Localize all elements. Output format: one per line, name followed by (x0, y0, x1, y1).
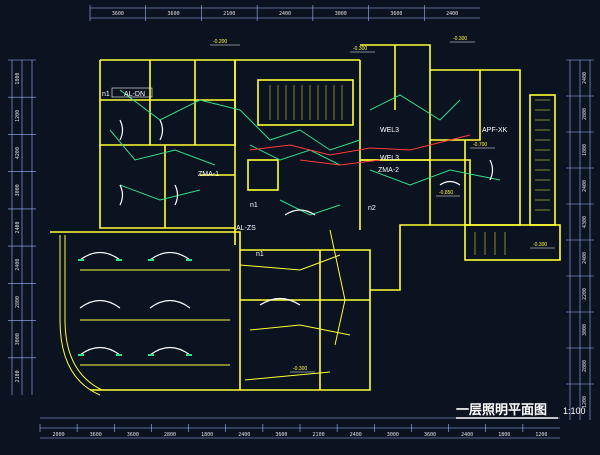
dimension-bottom: 2400 (238, 432, 250, 438)
panel-wel3-b: WEL3 (380, 155, 399, 162)
dimension-bottom: 2400 (461, 432, 473, 438)
dimension-top: 3000 (335, 11, 347, 17)
dimension-bottom: 1800 (201, 432, 213, 438)
level-label-5: -0.850 (439, 190, 453, 196)
dimension-right: 2800 (582, 360, 588, 372)
dimension-left: 3000 (15, 184, 21, 196)
dimension-left: 2400 (15, 221, 21, 233)
dimension-right: 2800 (582, 108, 588, 120)
level-label-4: -0.700 (473, 142, 487, 148)
dimension-bottom: 2800 (164, 432, 176, 438)
dimension-right: 2400 (582, 252, 588, 264)
level-label-2: -0.300 (353, 46, 367, 52)
level-label-7: -0.300 (293, 366, 307, 372)
dimension-left: 4200 (15, 147, 21, 159)
panel-al-zs: AL-ZS (236, 225, 256, 232)
circuit-numbers: n1 n1 n2 n1 (102, 91, 376, 258)
dimension-right: 2400 (582, 180, 588, 192)
dimension-right: 2200 (582, 288, 588, 300)
dimension-bottom: 3000 (387, 432, 399, 438)
panel-al-dn: AL-DN (124, 91, 145, 98)
dimension-right: 2400 (582, 72, 588, 84)
dimension-top: 2400 (446, 11, 458, 17)
dimension-bottom: 3600 (424, 432, 436, 438)
dimension-top: 3600 (168, 11, 180, 17)
panel-wel3-a: WEL3 (380, 127, 399, 134)
dimension-bottom: 3600 (127, 432, 139, 438)
dimension-bottom: 3600 (90, 432, 102, 438)
dimension-left: 1800 (15, 73, 21, 85)
panel-zma-2: ZMA-2 (378, 167, 399, 174)
dimension-left: 3000 (15, 333, 21, 345)
circuit-label-n1-b: n1 (250, 202, 258, 209)
dimension-bottom: 1800 (498, 432, 510, 438)
circuit-label-n1-c: n1 (256, 251, 264, 258)
level-label-3: -0.300 (453, 36, 467, 42)
drawing-scale: 1:100 (563, 406, 586, 416)
dimension-bottom: 3600 (275, 432, 287, 438)
dimension-bottom: 1200 (535, 432, 547, 438)
branch-wiring (80, 229, 351, 381)
dimension-top: 2400 (279, 11, 291, 17)
stairs (269, 85, 550, 255)
dimension-left: 2400 (15, 259, 21, 271)
fixture-caps (78, 259, 192, 356)
dimension-lines (11, 7, 591, 439)
circuit-label-n2: n2 (368, 205, 376, 212)
floor-plan: 2000 3600 3600 2800 1800 2400 3600 2100 2400 3000… (8, 5, 594, 439)
cad-drawing: 2000 3600 3600 2800 1800 2400 3600 2100 2400 3000… (0, 0, 600, 450)
dimension-bottom: 2000 (53, 432, 65, 438)
dimension-bottom: 2100 (313, 432, 325, 438)
dimension-left: 2100 (15, 370, 21, 382)
panel-apf-xk: APF-XK (482, 127, 508, 134)
dimension-right: 3000 (582, 324, 588, 336)
dimension-left: 1200 (15, 110, 21, 122)
level-labels: -0.200 -0.300 -0.300 -0.700 -0.850 -0.30… (213, 36, 547, 372)
dimension-right: 1800 (582, 144, 588, 156)
level-marks (210, 41, 555, 373)
panel-zma-1: ZMA-1 (198, 171, 219, 178)
level-label-1: -0.200 (213, 39, 227, 45)
dimension-right: 4300 (582, 216, 588, 228)
dimension-bottom: 2400 (350, 432, 362, 438)
dimension-top: 3600 (390, 11, 402, 17)
dimension-left: 2800 (15, 296, 21, 308)
level-label-6: -0.300 (533, 242, 547, 248)
circuit-label-n1-a: n1 (102, 91, 110, 98)
drawing-title: 一层照明平面图 (456, 403, 547, 418)
dimension-top: 3600 (112, 11, 124, 17)
dimension-top: 2100 (223, 11, 235, 17)
